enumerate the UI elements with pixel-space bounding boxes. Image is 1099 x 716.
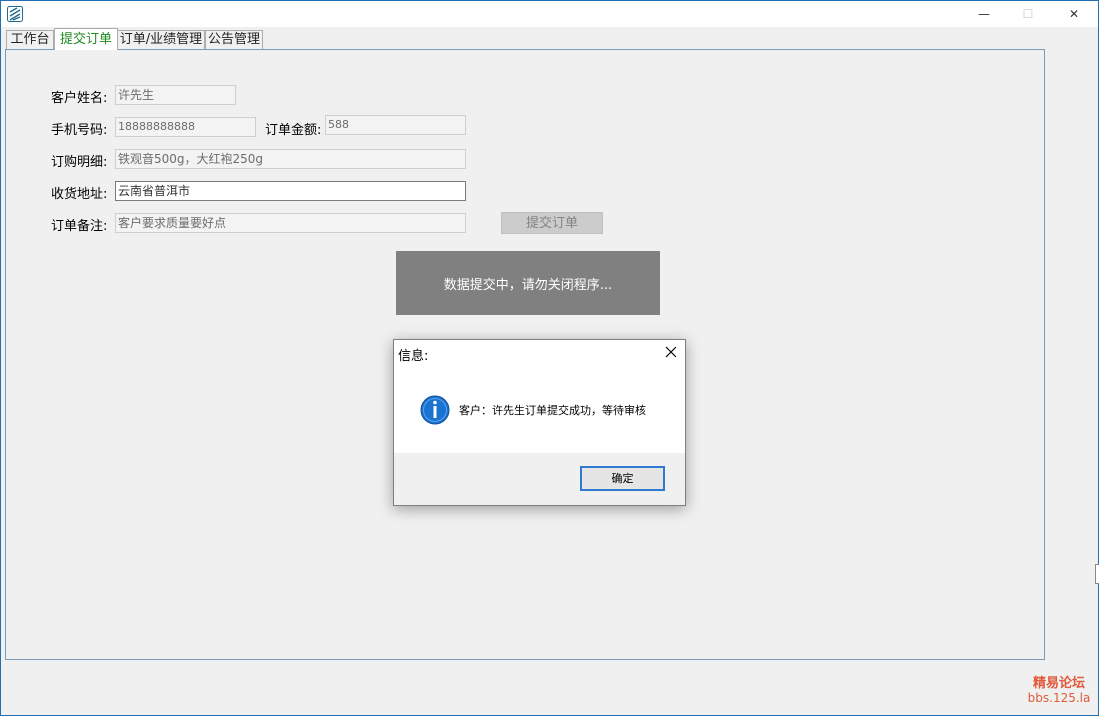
order-amount-label: 订单金额: xyxy=(265,123,322,138)
order-amount-input[interactable]: 588 xyxy=(325,115,466,135)
maximize-button[interactable]: ☐ xyxy=(1005,1,1051,27)
shipping-address-input[interactable]: 云南省普洱市 xyxy=(115,181,466,201)
watermark-line-1: 精易论坛 xyxy=(1032,676,1085,691)
info-icon xyxy=(420,395,450,425)
order-detail-label: 订购明细: xyxy=(51,155,108,170)
submitting-overlay: 数据提交中，请勿关闭程序... xyxy=(396,251,660,315)
dialog-close-button[interactable] xyxy=(662,343,680,361)
submit-order-button[interactable]: 提交订单 xyxy=(501,212,603,234)
tab-workbench[interactable]: 工作台 xyxy=(6,30,54,49)
customer-name-label: 客户姓名: xyxy=(51,91,108,106)
phone-label: 手机号码: xyxy=(51,123,108,138)
tab-submit-order[interactable]: 提交订单 xyxy=(54,28,118,50)
title-bar: — ☐ ✕ xyxy=(1,1,1098,27)
minimize-button[interactable]: — xyxy=(961,1,1007,27)
close-icon xyxy=(665,346,677,358)
watermark-line-2: bbs.125.la xyxy=(1027,691,1091,705)
tab-order-performance[interactable]: 订单/业绩管理 xyxy=(117,30,205,49)
order-detail-input[interactable]: 铁观音500g，大红袍250g xyxy=(115,149,466,169)
app-logo-icon xyxy=(7,6,23,22)
customer-name-input[interactable]: 许先生 xyxy=(115,85,236,105)
dialog-message: 客户：许先生订单提交成功，等待审核 xyxy=(459,404,646,417)
app-window: — ☐ ✕ 工作台 提交订单 订单/业绩管理 公告管理 客户姓名: 许先生 手机… xyxy=(0,0,1099,716)
edge-widget xyxy=(1095,564,1099,584)
phone-input[interactable]: 18888888888 xyxy=(115,117,256,137)
shipping-address-label: 收货地址: xyxy=(51,187,108,202)
ok-button[interactable]: 确定 xyxy=(580,466,665,491)
dialog-footer: 确定 xyxy=(394,453,685,505)
tab-announcements[interactable]: 公告管理 xyxy=(205,30,263,49)
dialog-title: 信息: xyxy=(398,349,429,364)
info-dialog: 信息: 客户：许先生订单提交成功，等待审核 确定 xyxy=(393,339,686,506)
submitting-message: 数据提交中，请勿关闭程序... xyxy=(443,277,613,293)
order-note-input[interactable]: 客户要求质量要好点 xyxy=(115,213,466,233)
order-note-label: 订单备注: xyxy=(51,219,108,234)
forum-watermark: 精易论坛 bbs.125.la xyxy=(1027,677,1091,704)
close-window-button[interactable]: ✕ xyxy=(1051,1,1097,27)
